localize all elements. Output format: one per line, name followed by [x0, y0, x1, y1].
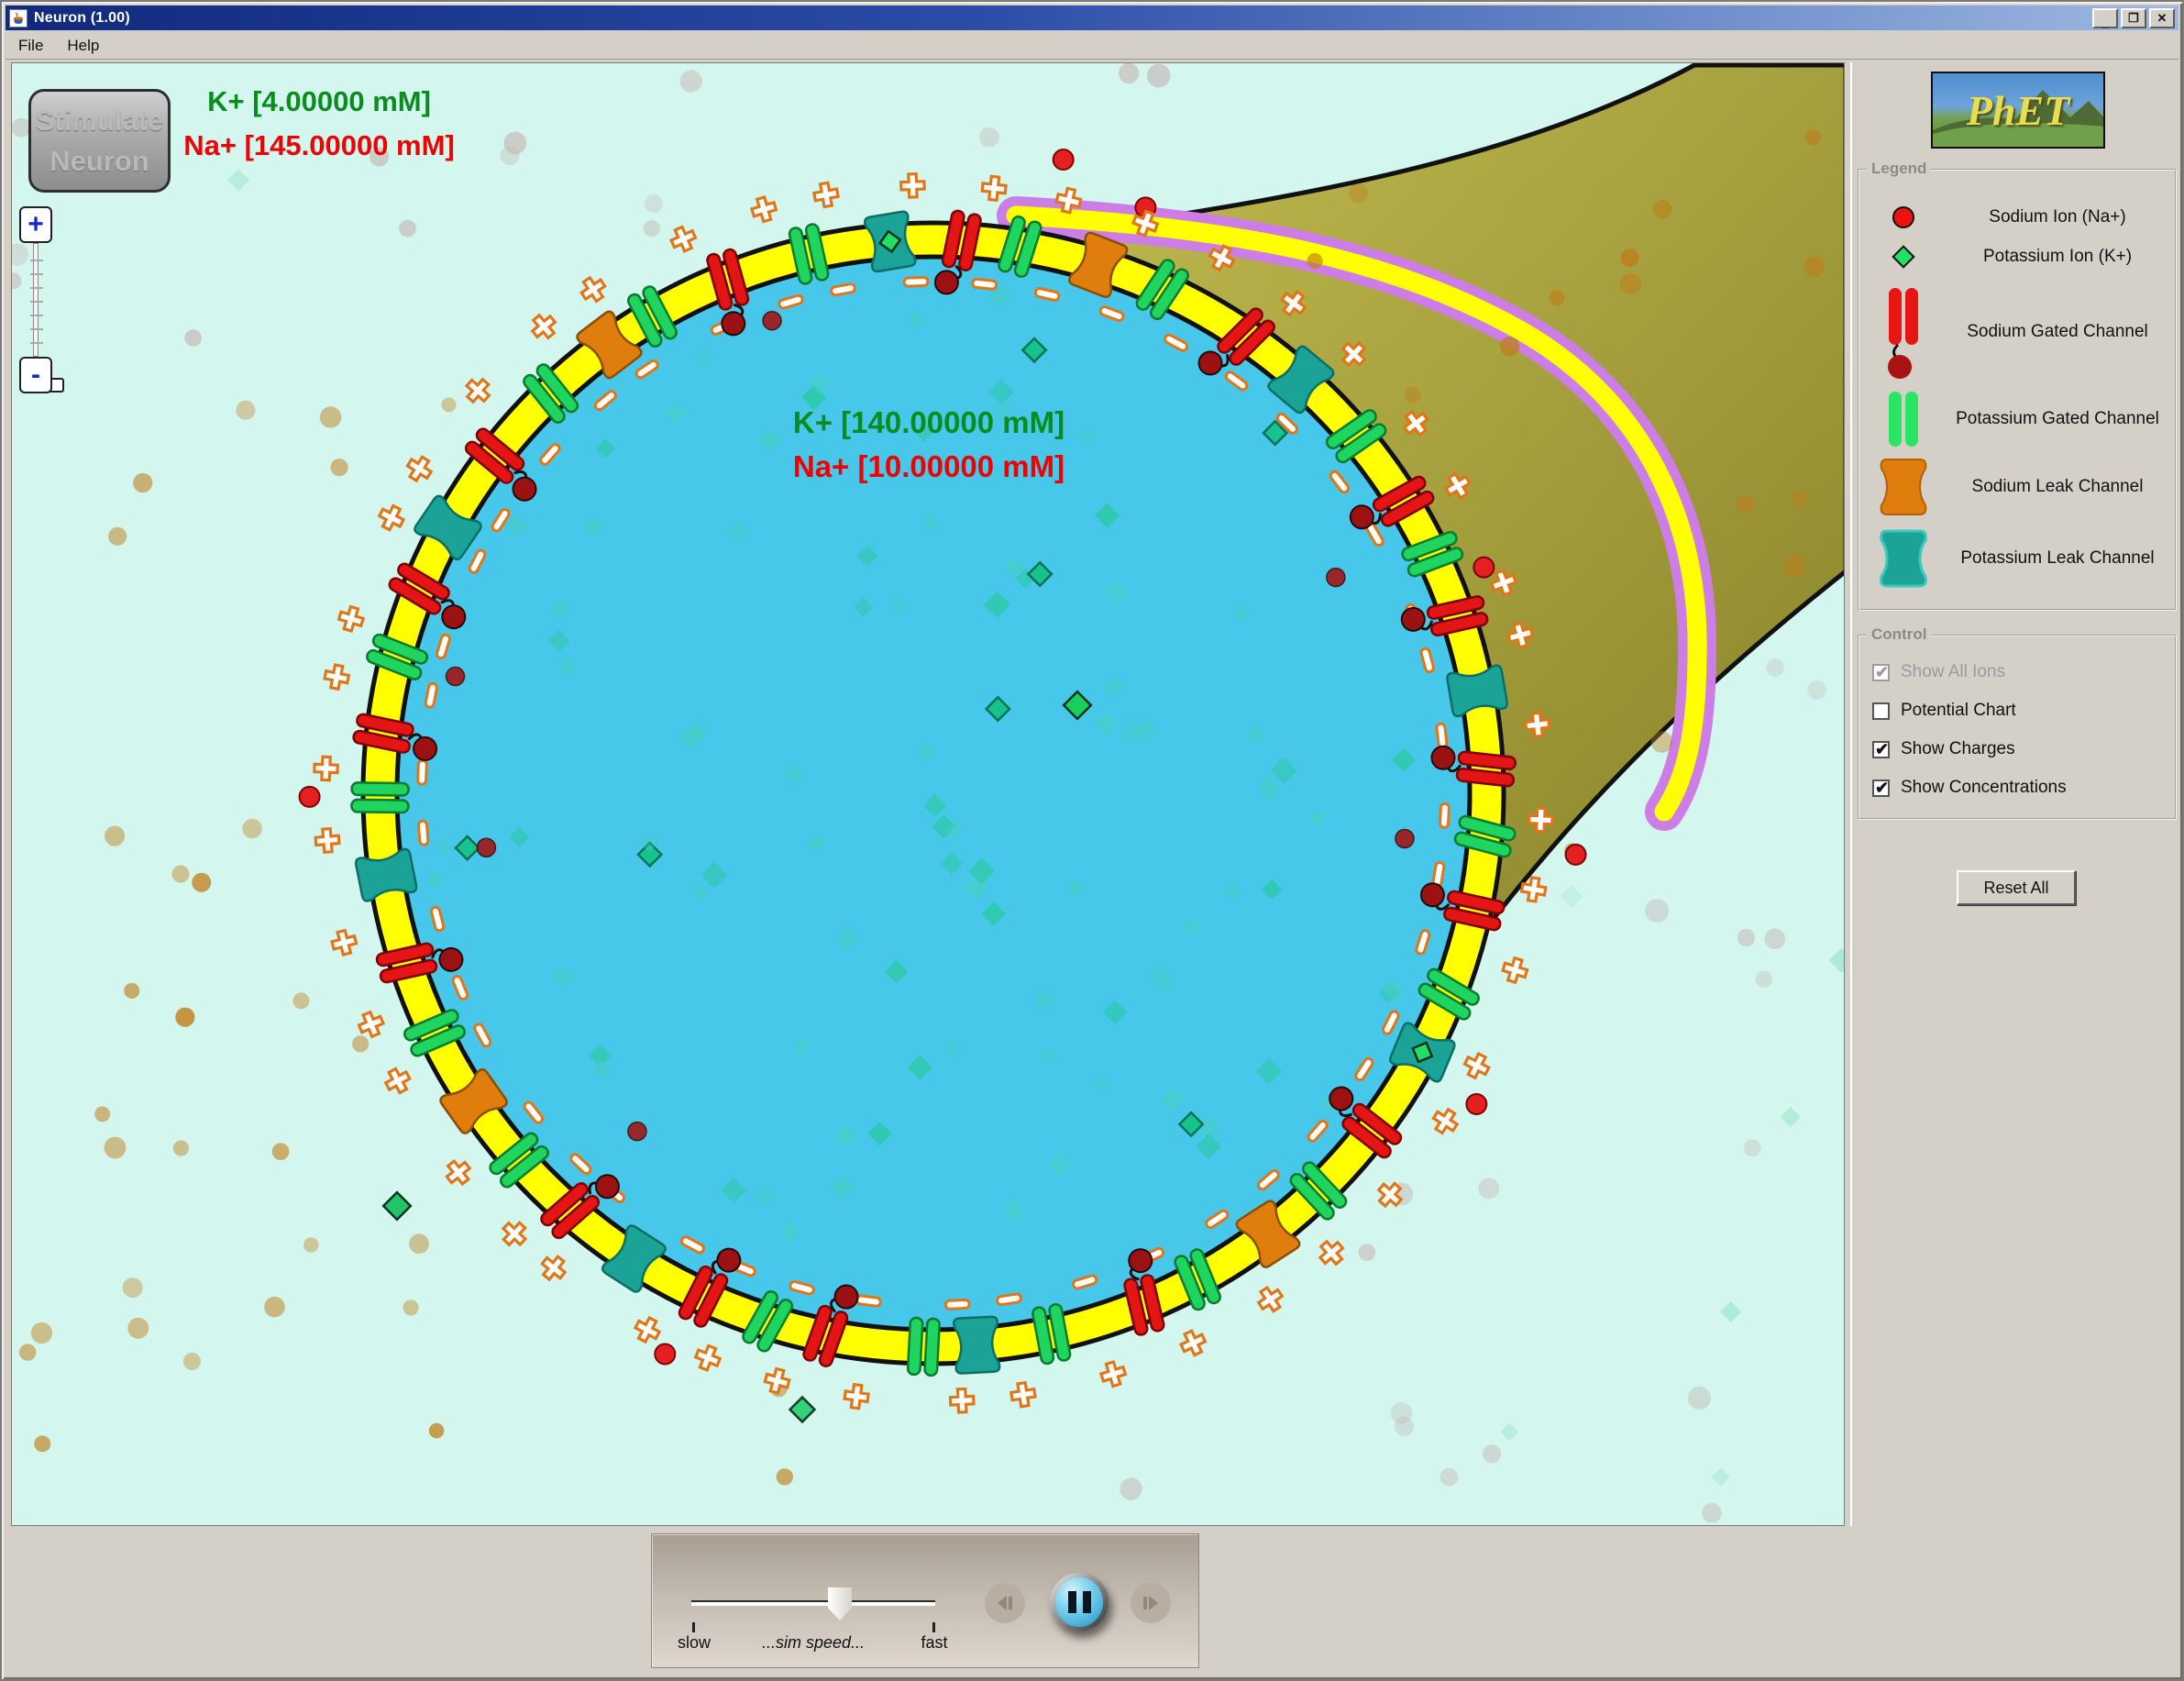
reset-all-button[interactable]: Reset All [1957, 870, 2076, 905]
inside-concentration-readout: K+ [140.00000 mM] Na+ [10.00000 mM] [764, 401, 1094, 489]
sim-speed-slider-track[interactable] [691, 1600, 935, 1606]
phet-logo[interactable]: PhET [1931, 72, 2105, 149]
slider-tick-fast [932, 1622, 935, 1632]
control-title: Control [1867, 625, 1931, 644]
menu-help[interactable]: Help [67, 37, 99, 55]
legend-item-sodium-leak-channel: Sodium Leak Channel [1859, 457, 2175, 517]
control-panel: Control Show All Ions Potential Chart Sh… [1858, 635, 2177, 820]
potassium-ion-icon [1859, 243, 1947, 271]
close-button[interactable]: ✕ [2149, 8, 2175, 28]
checkbox-show-concentrations[interactable]: Show Concentrations [1872, 774, 2067, 802]
window-title: Neuron (1.00) [34, 10, 130, 27]
sodium-gated-channel-icon [1859, 284, 1947, 380]
menu-bar: File Help [6, 32, 2178, 60]
zoom-in-button[interactable]: + [19, 206, 52, 243]
show-concentrations-checkbox[interactable] [1872, 780, 1890, 797]
fast-label: fast [921, 1633, 947, 1653]
zoom-slider-track[interactable] [33, 243, 39, 357]
minimize-button[interactable]: _ [2092, 8, 2118, 28]
legend-item-potassium-leak-channel: Potassium Leak Channel [1859, 528, 2175, 589]
pause-icon [1055, 1577, 1103, 1627]
right-panel: PhET Legend Sodium Ion (Na+) Potassium I… [1850, 62, 2180, 1526]
outside-concentration-readout: K+ [4.00000 mM] Na+ [145.00000 mM] [145, 80, 493, 168]
inside-na-concentration: Na+ [10.00000 mM] [764, 445, 1094, 489]
potential-chart-checkbox[interactable] [1872, 702, 1890, 720]
zoom-out-button[interactable]: - [19, 357, 52, 393]
legend-item-sodium-gated-channel: Sodium Gated Channel [1859, 282, 2175, 382]
inside-k-concentration: K+ [140.00000 mM] [764, 401, 1094, 445]
slider-tick-slow [692, 1622, 695, 1632]
app-window: Neuron (1.00) _ ❐ ✕ File Help Stimulate … [0, 0, 2184, 1681]
sim-speed-label: ...sim speed... [762, 1633, 865, 1653]
step-back-button[interactable] [985, 1583, 1025, 1623]
neuron-scene [12, 63, 1845, 1526]
legend-panel: Legend Sodium Ion (Na+) Potassium Ion (K… [1858, 169, 2177, 611]
zoom-control: + - [19, 206, 52, 243]
legend-item-potassium-ion: Potassium Ion (K+) [1859, 240, 2175, 273]
show-charges-checkbox[interactable] [1872, 741, 1890, 758]
checkbox-show-charges[interactable]: Show Charges [1872, 735, 2015, 763]
sim-speed-slider-thumb[interactable] [828, 1587, 852, 1620]
step-forward-button[interactable] [1131, 1583, 1171, 1623]
legend-title: Legend [1867, 160, 1931, 178]
legend-item-sodium-ion: Sodium Ion (Na+) [1859, 202, 2175, 233]
maximize-button[interactable]: ❐ [2121, 8, 2146, 28]
slow-label: slow [678, 1633, 711, 1653]
potassium-leak-channel-icon [1859, 529, 1947, 588]
pause-button[interactable] [1050, 1573, 1109, 1631]
java-app-icon [9, 9, 28, 28]
outside-k-concentration: K+ [4.00000 mM] [145, 80, 493, 124]
phet-logo-text: PhET [1967, 86, 2069, 135]
legend-item-potassium-gated-channel: Potassium Gated Channel [1859, 389, 2175, 449]
menu-file[interactable]: File [18, 37, 43, 55]
simulation-canvas: Stimulate Neuron K+ [4.00000 mM] Na+ [14… [11, 62, 1845, 1526]
checkbox-show-all-ions[interactable]: Show All Ions [1872, 658, 2005, 686]
title-bar: Neuron (1.00) _ ❐ ✕ [6, 6, 2178, 30]
sodium-leak-channel-icon [1859, 458, 1947, 516]
potassium-gated-channel-icon [1859, 390, 1947, 448]
checkbox-potential-chart[interactable]: Potential Chart [1872, 697, 2016, 724]
outside-na-concentration: Na+ [145.00000 mM] [145, 124, 493, 168]
clock-control-panel: slow ...sim speed... fast [651, 1533, 1199, 1668]
sodium-ion-icon [1859, 205, 1947, 230]
show-all-ions-checkbox[interactable] [1872, 664, 1890, 681]
